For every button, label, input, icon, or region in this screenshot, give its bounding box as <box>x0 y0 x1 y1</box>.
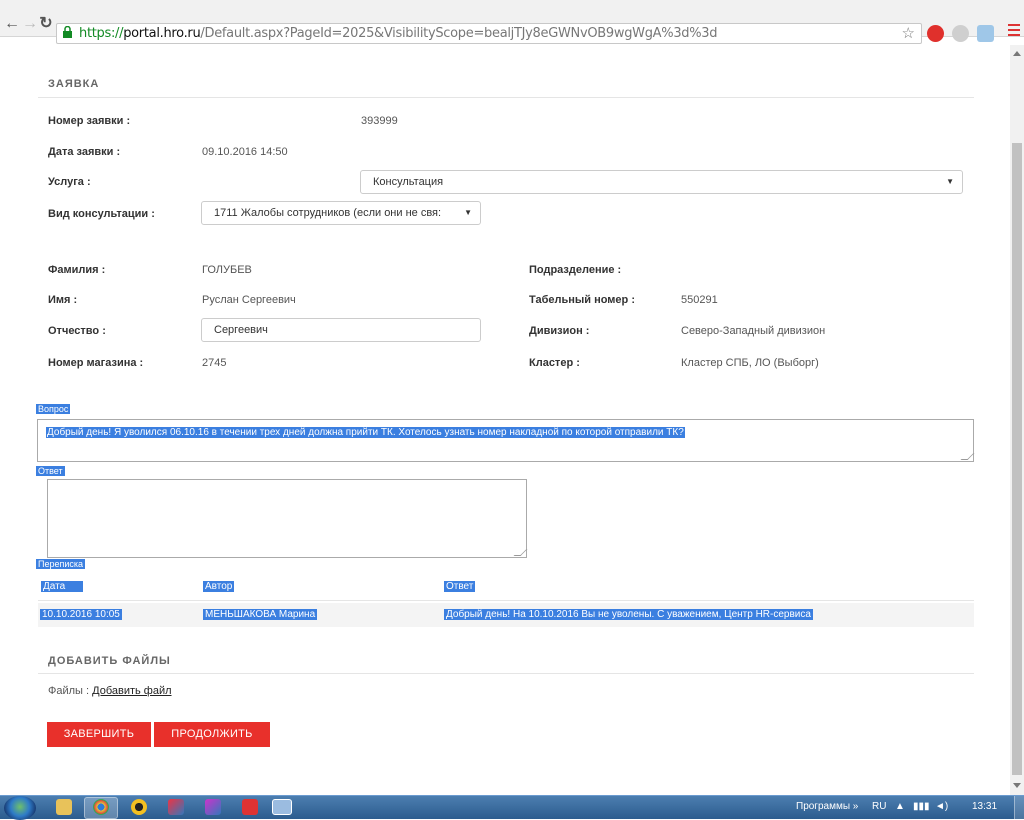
store-number-label: Номер магазина : <box>48 357 144 369</box>
consultation-type-label: Вид консультации : <box>48 208 155 220</box>
resize-handle-icon[interactable] <box>960 453 975 460</box>
volume-icon[interactable]: ◄) <box>935 801 948 812</box>
clock[interactable]: 13:31 <box>972 801 997 812</box>
consultation-type-value: 1711 Жалобы сотрудников (если они не свя… <box>214 207 442 219</box>
patronymic-label: Отчество : <box>48 325 106 337</box>
adblock-icon[interactable] <box>927 25 944 42</box>
keyboard-icon[interactable] <box>272 799 292 815</box>
url-text: https://portal.hro.ru/Default.aspx?PageI… <box>79 26 718 41</box>
scrollbar[interactable] <box>1010 45 1024 795</box>
app-icon-3[interactable] <box>242 799 258 815</box>
department-label: Подразделение : <box>529 264 622 276</box>
consultation-type-select[interactable]: 1711 Жалобы сотрудников (если они не свя… <box>201 201 481 225</box>
back-arrow-icon[interactable]: ← <box>4 14 20 34</box>
files-row: Файлы : Добавить файл <box>48 685 172 697</box>
request-section-title: ЗАЯВКА <box>48 78 100 90</box>
row-reply: Добрый день! На 10.10.2016 Вы не уволены… <box>444 609 813 620</box>
extension-icon[interactable] <box>952 25 969 42</box>
cluster-value: Кластер СПБ, ЛО (Выборг) <box>681 357 819 369</box>
taskbar: Программы » RU ▲ ▮▮▮ ◄) 13:31 <box>0 795 1024 820</box>
patronymic-field[interactable]: Сергеевич <box>201 318 481 342</box>
request-date-label: Дата заявки : <box>48 146 121 158</box>
signal-icon[interactable]: ▮▮▮ <box>913 801 930 812</box>
menu-icon[interactable] <box>1008 24 1020 38</box>
reload-icon[interactable]: ↻ <box>38 14 54 34</box>
tray-up-arrow-icon[interactable]: ▲ <box>895 801 905 812</box>
finish-button[interactable]: ЗАВЕРШИТЬ <box>47 722 151 747</box>
name-value: Руслан Сергеевич <box>202 294 296 306</box>
request-number-value: 393999 <box>361 115 398 127</box>
chevron-down-icon: ▼ <box>946 177 954 186</box>
store-number-value: 2745 <box>202 357 227 369</box>
address-bar[interactable]: https://portal.hro.ru/Default.aspx?PageI… <box>56 23 922 44</box>
correspondence-label: Переписка <box>36 559 86 569</box>
tray-programs[interactable]: Программы » <box>796 801 858 812</box>
extension-badge-icon[interactable] <box>977 25 994 42</box>
division-label: Дивизион : <box>529 325 590 337</box>
app-icon-2[interactable] <box>168 799 184 815</box>
tray-language[interactable]: RU <box>872 801 886 812</box>
service-select-value: Консультация <box>373 176 444 188</box>
divider <box>38 97 974 98</box>
show-desktop-button[interactable] <box>1014 796 1024 820</box>
question-label: Вопрос <box>36 404 71 414</box>
service-label: Услуга : <box>48 176 91 188</box>
surname-label: Фамилия : <box>48 264 106 276</box>
files-section-title: ДОБАВИТЬ ФАЙЛЫ <box>48 655 171 667</box>
bookmark-star-icon[interactable]: ☆ <box>902 24 915 42</box>
scroll-thumb[interactable] <box>1012 143 1022 775</box>
question-textarea[interactable]: Добрый день! Я уволился 06.10.16 в течен… <box>37 419 975 462</box>
request-date-value: 09.10.2016 14:50 <box>202 146 288 158</box>
lock-icon <box>63 26 72 38</box>
browser-toolbar: ← → ↻ https://portal.hro.ru/Default.aspx… <box>0 0 1024 44</box>
surname-value: ГОЛУБЕВ <box>202 264 252 276</box>
question-text: Добрый день! Я уволился 06.10.16 в течен… <box>46 427 685 438</box>
service-select[interactable]: Консультация ▼ <box>360 170 963 194</box>
column-header-date: Дата <box>41 581 83 592</box>
table-row: 10.10.2016 10:05 МЕНЬШАКОВА Марина Добры… <box>38 603 974 627</box>
resize-handle-icon[interactable] <box>513 549 528 556</box>
chevron-down-icon: ▼ <box>464 208 472 217</box>
name-label: Имя : <box>48 294 78 306</box>
tabnum-label: Табельный номер : <box>529 294 635 306</box>
row-date: 10.10.2016 10:05 <box>40 609 122 620</box>
column-header-author: Автор <box>203 581 235 592</box>
column-header-reply: Ответ <box>444 581 476 592</box>
row-author: МЕНЬШАКОВА Марина <box>203 609 318 620</box>
cluster-label: Кластер : <box>529 357 580 369</box>
explorer-icon[interactable] <box>56 799 72 815</box>
scroll-down-icon[interactable] <box>1013 783 1021 788</box>
answer-label: Ответ <box>36 466 65 476</box>
mail-icon[interactable] <box>205 799 221 815</box>
request-number-label: Номер заявки : <box>48 115 131 127</box>
division-value: Северо-Западный дивизион <box>681 325 826 337</box>
add-file-link[interactable]: Добавить файл <box>92 685 171 697</box>
answer-textarea[interactable] <box>47 479 528 558</box>
page-content: ЗАЯВКА Номер заявки : 393999 Дата заявки… <box>0 45 1010 795</box>
chrome-icon[interactable] <box>93 799 109 815</box>
scroll-up-icon[interactable] <box>1013 51 1021 56</box>
divider <box>38 600 974 601</box>
tabnum-value: 550291 <box>681 294 718 306</box>
start-button[interactable] <box>4 796 36 820</box>
app-icon[interactable] <box>131 799 147 815</box>
continue-button[interactable]: ПРОДОЛЖИТЬ <box>154 722 270 747</box>
forward-arrow-icon[interactable]: → <box>22 14 38 34</box>
files-label: Файлы : <box>48 685 93 697</box>
divider <box>38 673 974 674</box>
